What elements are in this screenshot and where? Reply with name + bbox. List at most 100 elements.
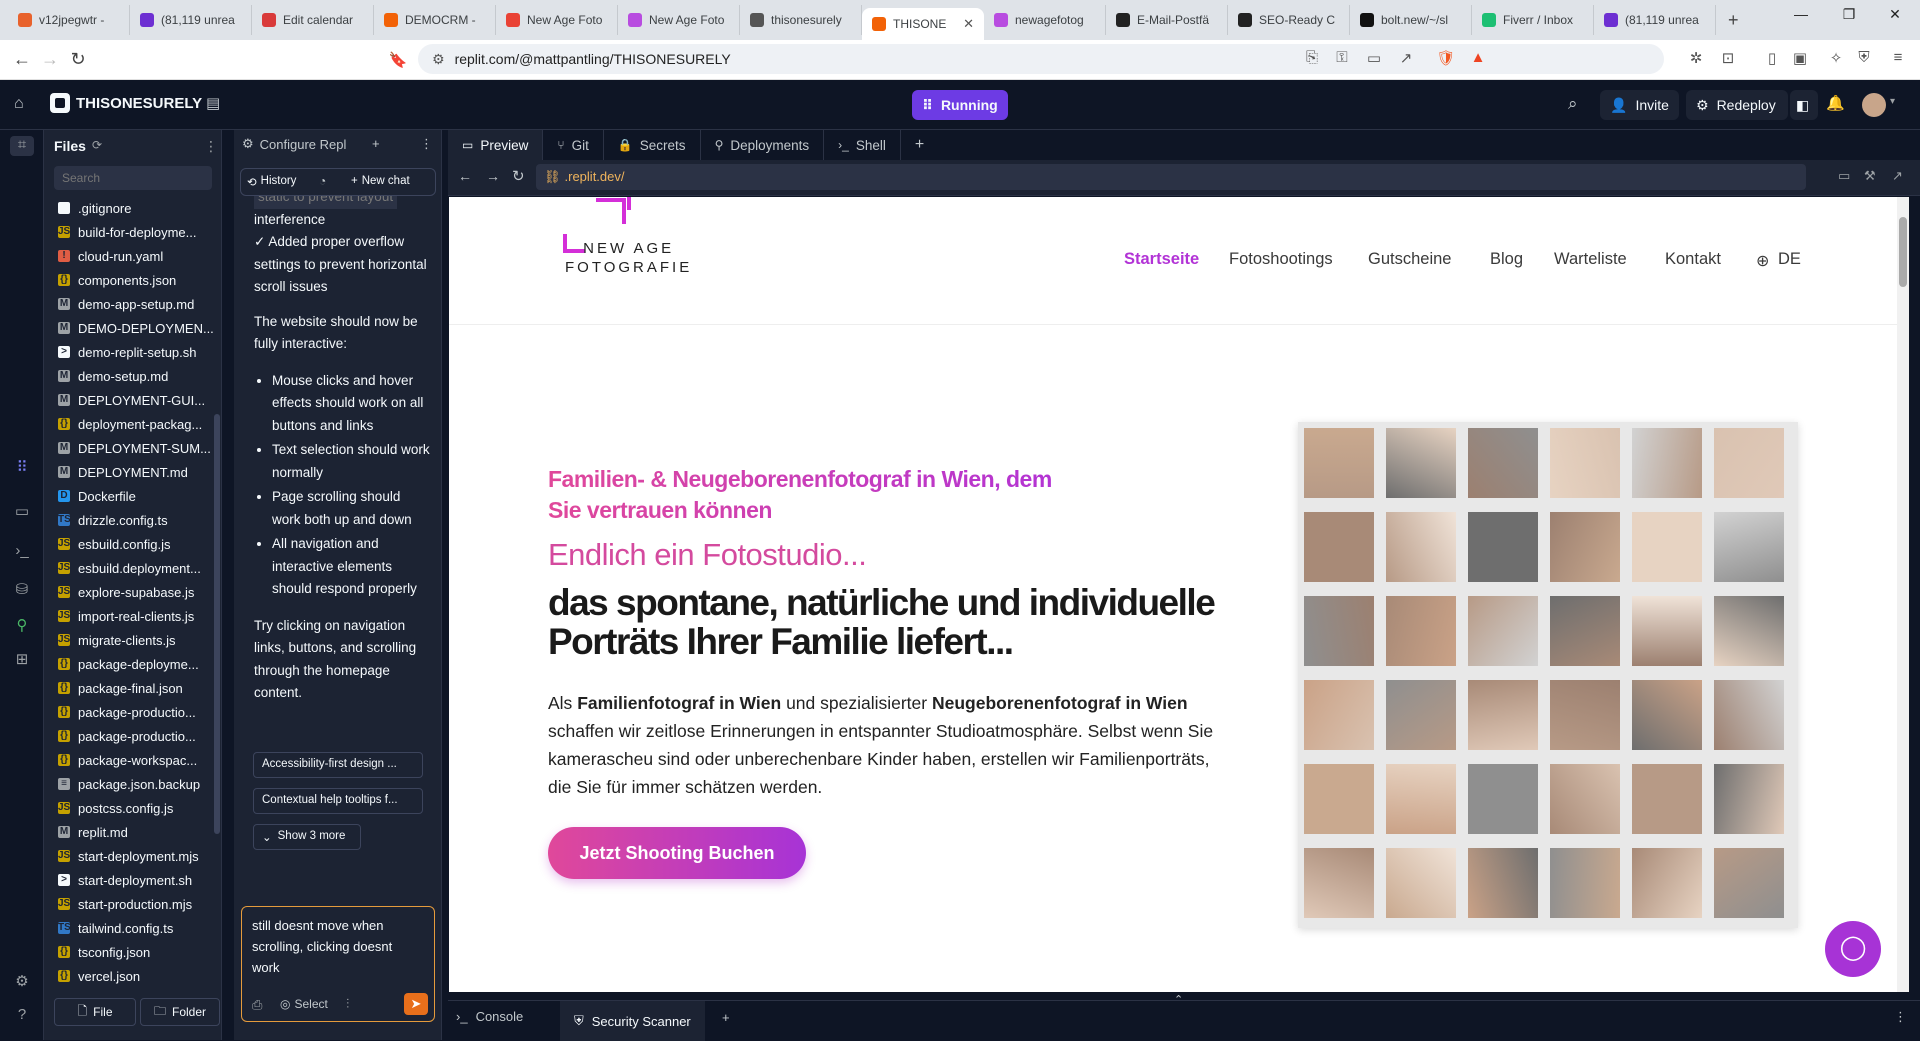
chevron-down-icon[interactable]: ▾	[1890, 96, 1895, 107]
search-icon[interactable]: ⌕	[1568, 94, 1578, 114]
file-item[interactable]: > start-deployment.sh	[44, 868, 214, 892]
deploy-options-button[interactable]: ◧	[1790, 90, 1818, 120]
help-icon[interactable]: ?	[12, 1006, 32, 1026]
browser-tab[interactable]: (81,119 unrea	[130, 5, 252, 35]
file-item[interactable]: M DEPLOYMENT.md	[44, 460, 214, 484]
database-icon[interactable]: ⛁	[12, 580, 32, 600]
restore-icon[interactable]: ❐	[1826, 6, 1872, 23]
share-icon[interactable]: ↗	[1396, 49, 1416, 69]
agent-more-icon[interactable]: ⋮	[420, 136, 433, 152]
file-item[interactable]: {} deployment-packag...	[44, 412, 214, 436]
suggestion-chip[interactable]: Accessibility-first design ...	[253, 752, 423, 778]
devices-icon[interactable]: ▭	[1838, 168, 1850, 184]
open-new-tab-icon[interactable]: ↗	[1892, 168, 1903, 184]
browser-tab[interactable]: v12jpegwtr -	[8, 5, 130, 35]
leo-icon[interactable]: ✧	[1826, 49, 1846, 69]
forward-icon[interactable]: →	[36, 49, 64, 70]
new-chat-button[interactable]: + New chat	[351, 175, 410, 187]
minimize-icon[interactable]: —	[1778, 6, 1824, 22]
menu-icon[interactable]: ≡	[1888, 49, 1908, 69]
shell-icon[interactable]: ›_	[12, 542, 32, 562]
all-tools-icon[interactable]: ⊞	[12, 650, 32, 670]
suggestion-chip[interactable]: Contextual help tooltips f...	[253, 788, 423, 814]
book-shooting-button[interactable]: Jetzt Shooting Buchen	[548, 827, 806, 879]
browser-tab[interactable]: Edit calendar	[252, 5, 374, 35]
file-item[interactable]: {} tsconfig.json	[44, 940, 214, 964]
nav-fotoshootings[interactable]: Fotoshootings	[1229, 250, 1333, 269]
file-item[interactable]: JS start-production.mjs	[44, 892, 214, 916]
browser-tab[interactable]: SEO-Ready C	[1228, 5, 1350, 35]
file-item[interactable]: JS explore-supabase.js	[44, 580, 214, 604]
extensions-icon[interactable]: ✲	[1686, 49, 1706, 69]
close-tab-icon[interactable]: ✕	[963, 16, 974, 32]
browser-tab[interactable]: Fiverr / Inbox	[1472, 5, 1594, 35]
webview-icon[interactable]: ▭	[12, 502, 32, 522]
browser-tab[interactable]: (81,119 unrea	[1594, 5, 1716, 35]
show-more-button[interactable]: ⌄ Show 3 more	[253, 824, 361, 850]
file-item[interactable]: JS postcss.config.js	[44, 796, 214, 820]
nav-warteliste[interactable]: Warteliste	[1554, 250, 1627, 269]
file-item[interactable]: M DEPLOYMENT-GUI...	[44, 388, 214, 412]
key-icon[interactable]: ⚿	[1332, 49, 1352, 69]
preview-reload-icon[interactable]: ↻	[512, 167, 525, 185]
file-item[interactable]: TS drizzle.config.ts	[44, 508, 214, 532]
browser-tab[interactable]: New Age Foto	[496, 5, 618, 35]
scroll-thumb[interactable]	[1899, 217, 1907, 287]
security-scanner-tab[interactable]: ⛨ Security Scanner	[560, 1001, 705, 1041]
select-button[interactable]: ◎ Select	[280, 997, 328, 1011]
wallet-icon[interactable]: ▣	[1790, 49, 1810, 69]
file-item[interactable]: {} components.json	[44, 268, 214, 292]
browser-tab[interactable]: E-Mail-Postfä	[1106, 5, 1228, 35]
settings-icon[interactable]: ⚙	[12, 972, 32, 992]
chat-widget-button[interactable]: ◯	[1825, 921, 1881, 977]
browser-tab[interactable]: THISONE ✕	[862, 8, 984, 40]
file-item[interactable]: {} package-workspac...	[44, 748, 214, 772]
new-folder-button[interactable]: 🗀 Folder	[140, 998, 220, 1026]
browser-tab[interactable]: bolt.new/~/sl	[1350, 5, 1472, 35]
file-item[interactable]: ≡ package.json.backup	[44, 772, 214, 796]
speed-icon[interactable]: ◔	[319, 174, 326, 188]
panel-more-icon[interactable]: ⋮	[1894, 1009, 1907, 1025]
file-item[interactable]: Mdemo-app-setup.md	[44, 292, 214, 316]
vpn-icon[interactable]: ⛨	[1854, 49, 1874, 69]
reload-icon[interactable]: ↻	[64, 49, 92, 70]
history-button[interactable]: ⟲ History	[247, 175, 296, 189]
file-search-input[interactable]	[54, 166, 212, 190]
file-item[interactable]: D Dockerfile	[44, 484, 214, 508]
sliders-icon[interactable]: ⫶	[346, 996, 349, 1012]
browser-tab[interactable]: DEMOCRM -	[374, 5, 496, 35]
send-button[interactable]: ➤	[404, 993, 428, 1015]
file-item[interactable]: .gitignore	[44, 196, 214, 220]
globe-icon[interactable]: ⊕	[1756, 251, 1769, 271]
file-item[interactable]: Mreplit.md	[44, 820, 214, 844]
nav-kontakt[interactable]: Kontakt	[1665, 250, 1721, 269]
sync-icon[interactable]: ⟳	[92, 138, 102, 152]
tab-shell[interactable]: ›_ Shell	[824, 130, 901, 160]
file-item[interactable]: {} vercel.json	[44, 964, 214, 988]
bookmark-icon[interactable]: 🔖	[384, 51, 412, 69]
browser-tab[interactable]: newagefotog	[984, 5, 1106, 35]
files-scrollbar[interactable]	[214, 414, 220, 834]
project-menu-icon[interactable]: ▤	[206, 94, 220, 112]
preview-back-icon[interactable]: ←	[458, 168, 472, 184]
attach-icon[interactable]: ⎙	[252, 997, 262, 1013]
agent-input[interactable]: still doesnt move when scrolling, clicki…	[252, 915, 422, 978]
back-icon[interactable]: ←	[8, 49, 36, 70]
expand-panel-icon[interactable]: ⌃	[1174, 993, 1183, 1006]
deployments-icon[interactable]: ⚲	[12, 616, 32, 636]
repl-avatar-icon[interactable]	[50, 93, 70, 113]
file-item[interactable]: JS migrate-clients.js	[44, 628, 214, 652]
preview-forward-icon[interactable]: →	[486, 168, 500, 184]
sidebar-icon[interactable]: ▯	[1762, 49, 1782, 69]
explorer-icon[interactable]: ⌗	[10, 136, 34, 156]
file-item[interactable]: Mdemo-setup.md	[44, 364, 214, 388]
browser-tab[interactable]: New Age Foto	[618, 5, 740, 35]
file-item[interactable]: {} package-final.json	[44, 676, 214, 700]
tab-secrets[interactable]: 🔒 Secrets	[604, 130, 701, 160]
redeploy-button[interactable]: ⚙ Redeploy	[1686, 90, 1788, 120]
agent-tab[interactable]: ⚙ Configure Repl	[242, 136, 346, 152]
site-info-icon[interactable]: ⚙	[432, 51, 445, 68]
tab-preview[interactable]: ▭ Preview	[448, 130, 544, 160]
browser-tab[interactable]: thisonesurely	[740, 5, 862, 35]
file-item[interactable]: JS start-deployment.mjs	[44, 844, 214, 868]
